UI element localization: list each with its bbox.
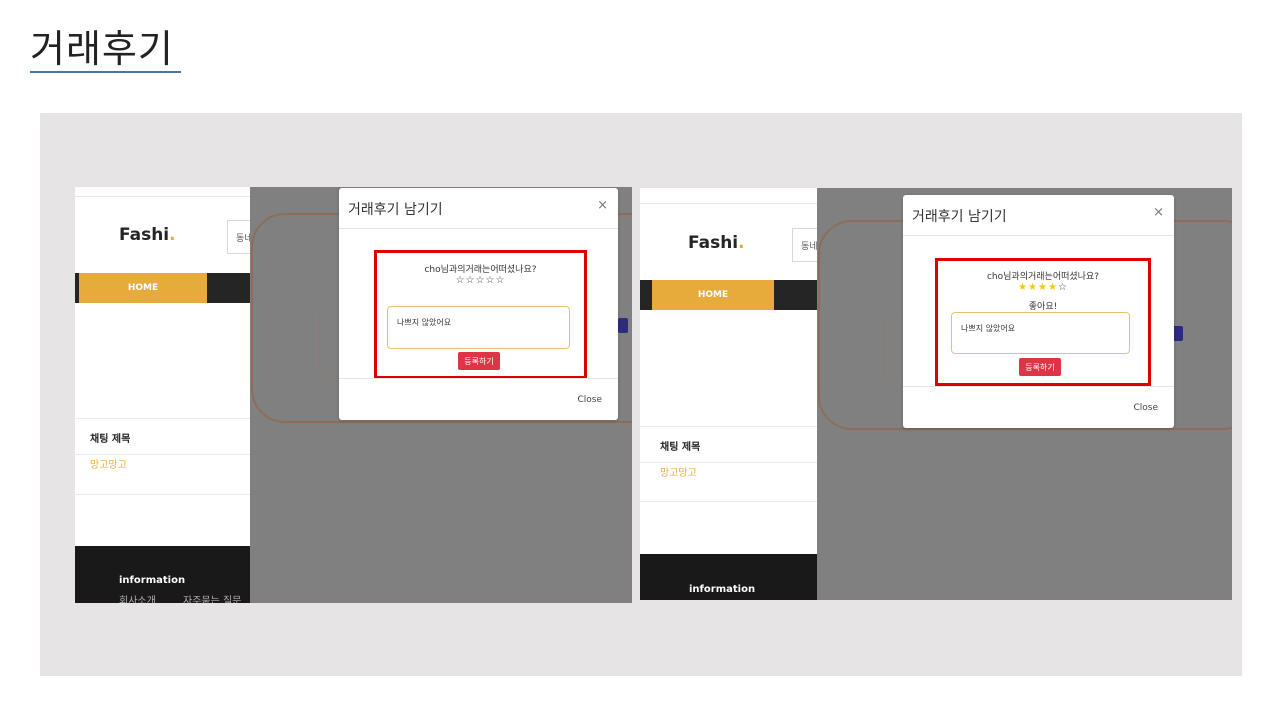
title-underline — [30, 71, 181, 73]
chat-list-item[interactable]: 망고망고 — [90, 456, 127, 471]
close-icon[interactable]: × — [1153, 205, 1164, 220]
screenshot-after: Fashi. 동네 HOME 채팅 제목 망고망고 information 거래… — [640, 188, 1232, 600]
nav-home[interactable]: HOME — [79, 273, 207, 303]
footer-close-button[interactable]: Close — [577, 395, 602, 405]
site-page: Fashi. 동네 HOME 채팅 제목 망고망고 information 회사… — [75, 187, 250, 603]
footer-close-button[interactable]: Close — [1133, 403, 1158, 413]
modal-header: 거래후기 남기기 × — [339, 188, 618, 229]
main-nav: HOME — [75, 273, 250, 303]
nav-home[interactable]: HOME — [652, 280, 774, 310]
footer-link-about[interactable]: 회사소개 — [119, 592, 156, 603]
submit-button[interactable]: 등록하기 — [1019, 358, 1061, 376]
footer-title: information — [689, 584, 756, 595]
rating-text: 좋아요! — [1028, 302, 1058, 312]
search-input[interactable]: 동네 — [227, 220, 250, 254]
star-rating[interactable]: ☆☆☆☆☆ — [377, 275, 584, 286]
close-icon[interactable]: × — [597, 198, 608, 213]
slide-title: 거래후기 — [30, 27, 174, 71]
star-rating[interactable]: ★★★★☆ — [938, 282, 1148, 293]
site-page: Fashi. 동네 HOME 채팅 제목 망고망고 information — [640, 188, 817, 600]
review-textarea[interactable]: 나쁘지 않았어요 — [387, 306, 570, 349]
review-question: cho님과의거래는어떠셨나요? — [986, 272, 1100, 282]
footer-link-faq[interactable]: 자주묻는 질문 — [183, 592, 241, 603]
review-question: cho님과의거래는어떠셨나요? — [424, 265, 537, 275]
modal-header: 거래후기 남기기 × — [903, 195, 1174, 236]
search-input[interactable]: 동네 — [792, 228, 817, 262]
footer-title: information — [119, 575, 186, 586]
site-logo[interactable]: Fashi. — [688, 233, 745, 253]
chat-list-item[interactable]: 망고망고 — [660, 464, 697, 479]
chat-title: 채팅 제목 — [90, 434, 131, 445]
modal-title: 거래후기 남기기 — [912, 209, 1007, 225]
main-nav: HOME — [640, 280, 817, 310]
chat-title: 채팅 제목 — [660, 442, 701, 453]
highlight-box: cho님과의거래는어떠셨나요? ★★★★☆ 좋아요! 나쁘지 않았어요 등록하기 — [935, 258, 1151, 386]
site-footer: information 회사소개 자주묻는 질문 — [75, 546, 250, 603]
review-modal: 거래후기 남기기 × cho님과의거래는어떠셨나요? ☆☆☆☆☆ 나쁘지 않았어… — [339, 188, 618, 420]
screenshot-before: Fashi. 동네 HOME 채팅 제목 망고망고 information 회사… — [75, 187, 632, 603]
site-logo[interactable]: Fashi. — [119, 225, 176, 245]
review-modal: 거래후기 남기기 × cho님과의거래는어떠셨나요? ★★★★☆ 좋아요! 나쁘… — [903, 195, 1174, 428]
highlight-box: cho님과의거래는어떠셨나요? ☆☆☆☆☆ 나쁘지 않았어요 등록하기 — [374, 250, 587, 379]
site-footer: information — [640, 554, 817, 600]
review-textarea[interactable]: 나쁘지 않았어요 — [951, 312, 1130, 354]
submit-button[interactable]: 등록하기 — [458, 352, 500, 370]
modal-title: 거래후기 남기기 — [348, 202, 443, 218]
